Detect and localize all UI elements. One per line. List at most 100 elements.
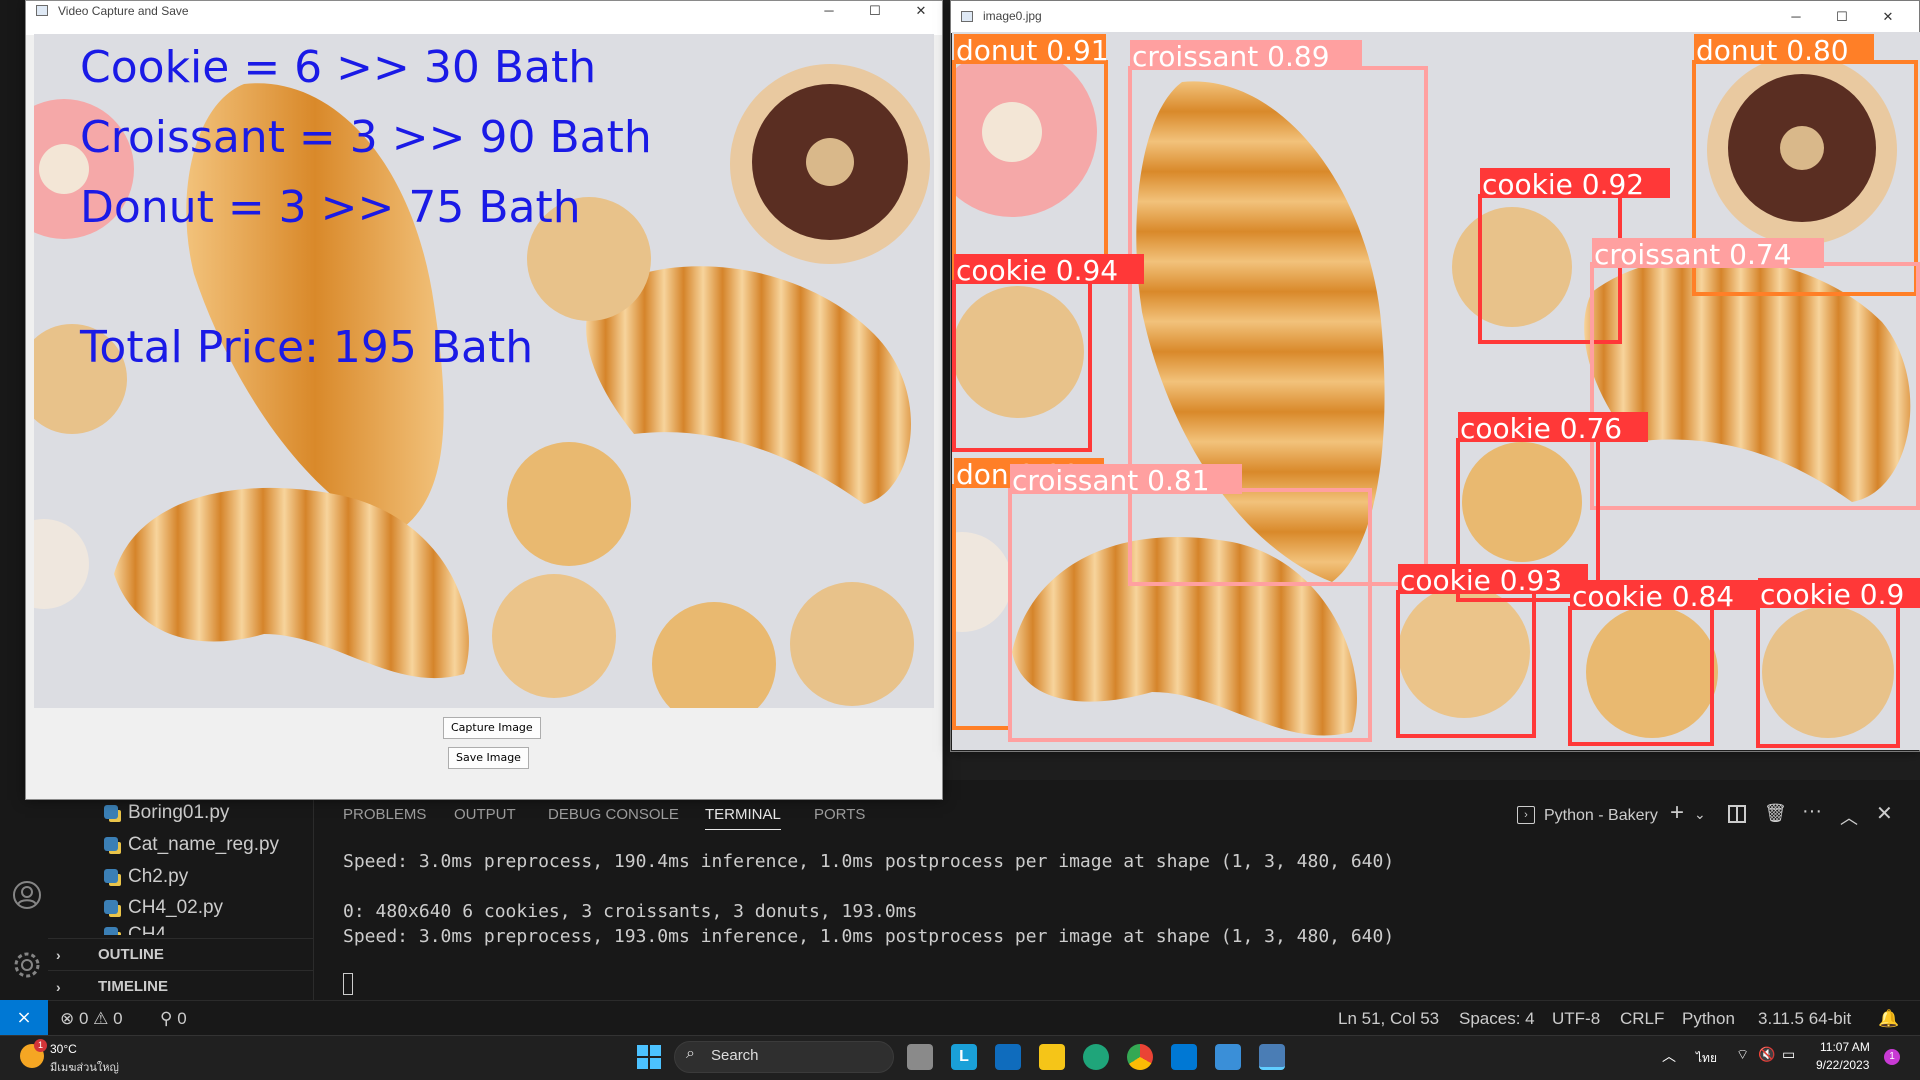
- volume-muted-icon[interactable]: 🔇: [1758, 1046, 1775, 1063]
- desktop: Boring01.py Cat_name_reg.py Ch2.py CH4_0…: [0, 0, 1920, 1080]
- timeline-section[interactable]: › TIMELINE: [48, 970, 314, 1002]
- tab-problems[interactable]: PROBLEMS: [343, 806, 426, 830]
- trash-icon[interactable]: 🗑: [1764, 803, 1787, 824]
- capture-image-button[interactable]: Capture Image: [443, 717, 541, 739]
- window-title: Video Capture and Save: [58, 4, 189, 18]
- count-line-donut: Donut = 3 >> 75 Bath: [80, 182, 581, 233]
- svg-text:cookie 0.9: cookie 0.9: [1760, 578, 1904, 611]
- terminal-icon: ›: [1517, 806, 1535, 824]
- svg-text:cookie 0.92: cookie 0.92: [1482, 168, 1644, 201]
- svg-text:donut 0.91: donut 0.91: [956, 34, 1109, 67]
- weather-temp[interactable]: 30°C: [50, 1042, 77, 1056]
- maximize-panel-icon[interactable]: ︿: [1840, 804, 1858, 830]
- minimize-icon[interactable]: ─: [1773, 7, 1819, 27]
- clock-date[interactable]: 9/22/2023: [1816, 1058, 1869, 1072]
- settings-gear-icon[interactable]: [12, 950, 40, 978]
- notification-badge[interactable]: 1: [1884, 1049, 1900, 1065]
- file-item[interactable]: Boring01.py: [104, 799, 229, 827]
- file-name: Ch2.py: [128, 866, 189, 887]
- errors-count[interactable]: ⊗ 0 ⚠ 0: [60, 1009, 123, 1029]
- svg-text:cookie 0.94: cookie 0.94: [956, 254, 1118, 287]
- remote-icon[interactable]: ⨯: [0, 1000, 48, 1035]
- more-actions-icon[interactable]: ···: [1802, 800, 1822, 823]
- chevron-down-icon[interactable]: ⌄: [1694, 806, 1706, 823]
- file-item[interactable]: CH4_02.py: [104, 894, 223, 922]
- total-price: Total Price: 195 Bath: [79, 322, 533, 373]
- account-icon[interactable]: [12, 880, 41, 909]
- file-item[interactable]: Cat_name_reg.py: [104, 831, 279, 859]
- chrome-icon[interactable]: [1127, 1044, 1153, 1070]
- terminal-line: Speed: 3.0ms preprocess, 193.0ms inferen…: [343, 926, 1395, 947]
- indent-spaces[interactable]: Spaces: 4: [1459, 1009, 1535, 1029]
- vscode-icon[interactable]: [1171, 1044, 1197, 1070]
- app-l-icon[interactable]: L: [951, 1044, 977, 1070]
- count-line-cookie: Cookie = 6 >> 30 Bath: [80, 42, 596, 93]
- detection-image: donut 0.91 croissant 0.89 donut 0.80 coo…: [952, 32, 1920, 750]
- cursor-position[interactable]: Ln 51, Col 53: [1338, 1009, 1439, 1029]
- language-mode[interactable]: Python: [1682, 1009, 1735, 1029]
- new-terminal-plus-icon[interactable]: +: [1670, 799, 1684, 827]
- window-app-icon: [36, 5, 48, 16]
- ports-count[interactable]: ⚲ 0: [160, 1009, 187, 1029]
- python-file-icon: [104, 927, 118, 935]
- svg-text:cookie 0.84: cookie 0.84: [1572, 580, 1734, 613]
- wifi-icon[interactable]: ⌔: [1736, 1046, 1749, 1064]
- chevron-right-icon: ›: [56, 947, 61, 963]
- edge-icon[interactable]: [1083, 1044, 1109, 1070]
- taskbar-search[interactable]: [674, 1041, 894, 1073]
- terminal-line: Speed: 3.0ms preprocess, 190.4ms inferen…: [343, 851, 1395, 872]
- battery-icon[interactable]: ▭: [1782, 1046, 1795, 1063]
- minimize-icon[interactable]: ─: [806, 1, 852, 21]
- svg-text:croissant 0.81: croissant 0.81: [1012, 464, 1210, 497]
- detection-titlebar[interactable]: image0.jpg ─ ☐ ✕: [951, 1, 1919, 33]
- close-icon[interactable]: ✕: [898, 1, 944, 21]
- language-indicator[interactable]: ไทย: [1696, 1049, 1717, 1068]
- show-hidden-icons[interactable]: ︿: [1662, 1046, 1676, 1066]
- python-file-icon: [104, 869, 118, 883]
- eol[interactable]: CRLF: [1620, 1009, 1664, 1029]
- python-interpreter[interactable]: 3.11.5 64-bit: [1758, 1009, 1851, 1029]
- python-file-icon: [104, 837, 118, 851]
- terminal-cursor[interactable]: [343, 973, 353, 995]
- file-name: Boring01.py: [128, 802, 230, 823]
- file-name: Cat_name_reg.py: [128, 834, 280, 855]
- window-title: image0.jpg: [983, 9, 1042, 23]
- file-name: CH4_02.py: [128, 897, 224, 918]
- cookie: [1762, 606, 1894, 738]
- file-item[interactable]: Ch2.py: [104, 863, 188, 891]
- terminal-name[interactable]: Python - Bakery: [1544, 807, 1658, 825]
- butter-cookie: [507, 442, 631, 566]
- task-view-icon[interactable]: [907, 1044, 933, 1070]
- close-icon[interactable]: ✕: [1865, 7, 1911, 27]
- python-file-icon: [104, 805, 118, 819]
- weather-badge: 1: [34, 1039, 47, 1052]
- split-terminal-icon[interactable]: [1728, 805, 1746, 823]
- cookie: [952, 286, 1084, 418]
- weather-desc: มีเมฆส่วนใหญ่: [50, 1062, 119, 1074]
- maximize-icon[interactable]: ☐: [852, 1, 898, 21]
- butter-cookie: [1462, 442, 1582, 562]
- terminal-line: 0: 480x640 6 cookies, 3 croissants, 3 do…: [343, 901, 918, 922]
- windows-start-icon[interactable]: [637, 1045, 661, 1069]
- clock-time[interactable]: 11:07 AM: [1820, 1040, 1870, 1054]
- outline-section[interactable]: › OUTLINE: [48, 938, 314, 970]
- tab-output[interactable]: OUTPUT: [454, 806, 516, 830]
- python-app-icon[interactable]: [1259, 1044, 1285, 1070]
- bell-icon[interactable]: 🔔: [1878, 1009, 1899, 1029]
- save-image-button[interactable]: Save Image: [448, 747, 529, 769]
- capture-titlebar[interactable]: Video Capture and Save ─ ☐ ✕: [26, 1, 942, 35]
- cookie: [1398, 586, 1530, 718]
- tab-terminal[interactable]: TERMINAL: [705, 806, 781, 830]
- tab-ports[interactable]: PORTS: [814, 806, 865, 830]
- encoding[interactable]: UTF-8: [1552, 1009, 1600, 1029]
- file-item[interactable]: CH4: [104, 921, 166, 935]
- svg-text:cookie 0.93: cookie 0.93: [1400, 564, 1562, 597]
- paint-icon[interactable]: [1215, 1044, 1241, 1070]
- cookie: [492, 574, 616, 698]
- close-panel-icon[interactable]: ✕: [1876, 801, 1893, 826]
- tab-debug-console[interactable]: DEBUG CONSOLE: [548, 806, 679, 830]
- file-explorer-icon[interactable]: [1039, 1044, 1065, 1070]
- butter-cookie: [1586, 606, 1718, 738]
- maximize-icon[interactable]: ☐: [1819, 7, 1865, 27]
- outlook-icon[interactable]: [995, 1044, 1021, 1070]
